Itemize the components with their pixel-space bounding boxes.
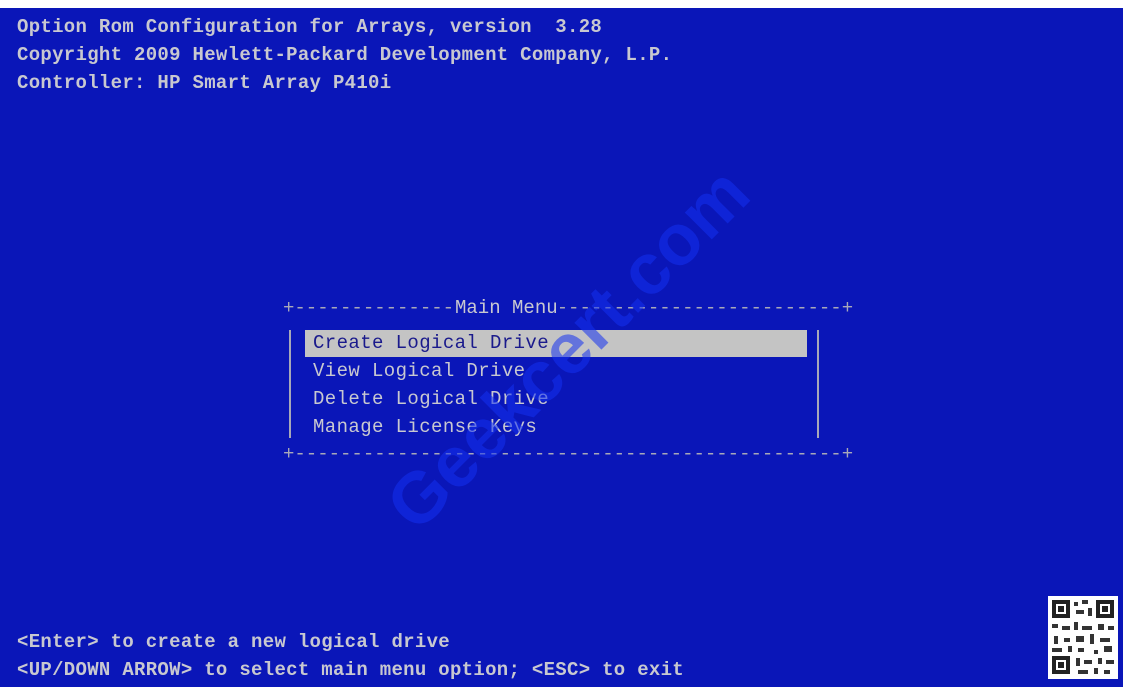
menu-item-delete-logical-drive[interactable]: Delete Logical Drive [305, 386, 807, 413]
qr-code-icon [1048, 596, 1118, 679]
menu-top-border: +---------------------------------------… [283, 297, 854, 319]
navigation-hint: <UP/DOWN ARROW> to select main menu opti… [17, 659, 685, 681]
menu-right-border [817, 330, 819, 438]
menu-item-create-logical-drive[interactable]: Create Logical Drive [305, 330, 807, 357]
menu-item-view-logical-drive[interactable]: View Logical Drive [305, 358, 807, 385]
copyright-line: Copyright 2009 Hewlett-Packard Developme… [17, 44, 673, 66]
menu-title: Main Menu [453, 296, 560, 320]
menu-item-manage-license-keys[interactable]: Manage License Keys [305, 414, 807, 441]
menu-left-border [289, 330, 291, 438]
enter-hint: <Enter> to create a new logical drive [17, 631, 450, 653]
controller-line: Controller: HP Smart Array P410i [17, 72, 392, 94]
main-menu-box: +---------------------------------------… [283, 296, 853, 465]
bios-screen: Option Rom Configuration for Arrays, ver… [0, 8, 1123, 687]
menu-bottom-border: +---------------------------------------… [283, 443, 854, 465]
rom-version-line: Option Rom Configuration for Arrays, ver… [17, 16, 603, 38]
